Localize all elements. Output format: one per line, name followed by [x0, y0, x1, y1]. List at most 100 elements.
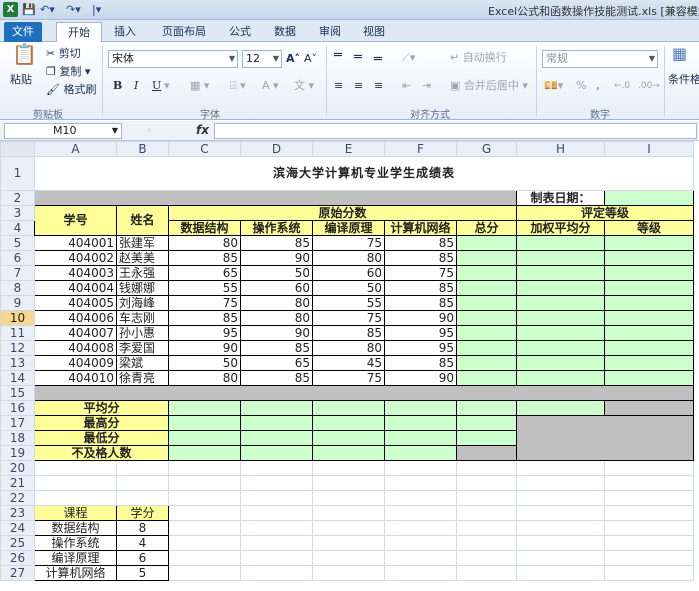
grade-cell[interactable] [604, 370, 694, 386]
percent-button[interactable]: % [576, 78, 586, 94]
font-color-icon[interactable]: A ▾ [262, 78, 279, 94]
decrease-indent-icon[interactable]: ⇤ [402, 78, 411, 94]
score-cell[interactable]: 90 [240, 325, 313, 341]
header-subject[interactable]: 操作系统 [240, 220, 313, 236]
score-cell[interactable]: 85 [384, 280, 457, 296]
align-top-icon[interactable]: ═ [334, 48, 342, 64]
header-subject[interactable]: 计算机网络 [384, 220, 457, 236]
stat-weighted-avg-cell[interactable] [516, 400, 605, 416]
score-cell[interactable]: 75 [384, 265, 457, 281]
customize-toolbar-icon[interactable]: |▾ [92, 2, 101, 17]
cell[interactable] [240, 505, 313, 521]
row-header[interactable]: 1 [0, 156, 35, 191]
cell[interactable] [604, 535, 694, 551]
score-cell[interactable]: 55 [312, 295, 385, 311]
cell[interactable] [456, 520, 517, 536]
header-rating[interactable]: 评定等级 [516, 205, 694, 221]
grade-cell[interactable] [604, 340, 694, 356]
paste-icon[interactable]: 📋 [12, 44, 37, 64]
row-header[interactable]: 22 [0, 490, 35, 506]
tab-page-layout[interactable]: 页面布局 [152, 22, 216, 42]
cell[interactable] [516, 565, 605, 581]
cell[interactable] [384, 460, 457, 476]
cell[interactable] [456, 475, 517, 491]
cell[interactable] [240, 550, 313, 566]
tab-home[interactable]: 开始 [56, 22, 102, 42]
score-cell[interactable]: 50 [312, 280, 385, 296]
row-header[interactable]: 27 [0, 565, 35, 581]
row-header[interactable]: 3 [0, 205, 35, 221]
cell[interactable] [604, 490, 694, 506]
sheet-title[interactable]: 滨海大学计算机专业学生成绩表 [34, 156, 694, 191]
font-name-select[interactable]: 宋体 ▼ [108, 50, 238, 68]
paste-button[interactable]: 粘贴 [10, 72, 32, 88]
row-header[interactable]: 6 [0, 250, 35, 266]
student-name-cell[interactable]: 梁斌 [116, 355, 169, 371]
score-cell[interactable]: 85 [168, 310, 241, 326]
cell[interactable] [312, 505, 385, 521]
cell[interactable] [312, 565, 385, 581]
tab-file[interactable]: 文件 [4, 22, 42, 42]
cell[interactable] [312, 550, 385, 566]
credit-course-cell[interactable]: 操作系统 [34, 535, 117, 551]
cell[interactable] [34, 190, 517, 206]
weighted-avg-cell[interactable] [516, 310, 605, 326]
total-cell[interactable] [456, 325, 517, 341]
total-cell[interactable] [456, 295, 517, 311]
cell[interactable] [312, 475, 385, 491]
cell[interactable] [384, 565, 457, 581]
row-header[interactable]: 10 [0, 310, 35, 326]
student-name-cell[interactable]: 张建军 [116, 235, 169, 251]
cell[interactable] [34, 490, 117, 506]
align-center-icon[interactable]: ≡ [354, 78, 363, 94]
header-grade[interactable]: 等级 [604, 220, 694, 236]
score-cell[interactable]: 85 [240, 340, 313, 356]
cell[interactable] [516, 490, 605, 506]
total-cell[interactable] [456, 355, 517, 371]
align-middle-icon[interactable]: ═ [354, 50, 362, 66]
cell[interactable] [240, 520, 313, 536]
merge-center-button[interactable]: ▣ 合并后居中 ▾ [450, 78, 528, 94]
row-header[interactable]: 25 [0, 535, 35, 551]
weighted-avg-cell[interactable] [516, 325, 605, 341]
excel-app-icon[interactable]: X [3, 2, 18, 17]
stat-label[interactable]: 最低分 [34, 430, 169, 446]
grade-cell[interactable] [604, 235, 694, 251]
cell[interactable] [168, 460, 241, 476]
cell[interactable] [168, 535, 241, 551]
credit-course-cell[interactable]: 数据结构 [34, 520, 117, 536]
row-header[interactable]: 13 [0, 355, 35, 371]
cell[interactable] [312, 460, 385, 476]
row-header[interactable]: 19 [0, 445, 35, 461]
row-header[interactable]: 17 [0, 415, 35, 431]
cell[interactable] [240, 535, 313, 551]
cell[interactable] [168, 565, 241, 581]
score-cell[interactable]: 45 [312, 355, 385, 371]
column-header[interactable]: B [116, 141, 169, 157]
cell[interactable] [34, 460, 117, 476]
row-header[interactable]: 5 [0, 235, 35, 251]
stat-value-cell[interactable] [240, 430, 313, 446]
grade-cell[interactable] [604, 310, 694, 326]
student-id-cell[interactable]: 404007 [34, 325, 117, 341]
cell[interactable] [604, 475, 694, 491]
wrap-text-button[interactable]: ↵ 自动换行 [450, 50, 507, 66]
row-header[interactable]: 24 [0, 520, 35, 536]
cell[interactable] [240, 565, 313, 581]
row-header[interactable]: 18 [0, 430, 35, 446]
column-header[interactable]: I [604, 141, 694, 157]
formula-bar-resize-icon[interactable]: ◦ [146, 123, 153, 139]
score-cell[interactable]: 95 [384, 325, 457, 341]
student-id-cell[interactable]: 404005 [34, 295, 117, 311]
cell[interactable] [604, 460, 694, 476]
stat-total-cell[interactable] [456, 415, 517, 431]
total-cell[interactable] [456, 340, 517, 356]
credit-value-cell[interactable]: 8 [116, 520, 169, 536]
redo-icon[interactable]: ↷▾ [66, 2, 81, 17]
row-header[interactable]: 4 [0, 220, 35, 236]
header-weighted-avg[interactable]: 加权平均分 [516, 220, 605, 236]
cell[interactable] [516, 505, 605, 521]
cell[interactable] [516, 415, 694, 461]
increase-decimal-icon[interactable]: ←.0 [614, 78, 630, 94]
score-cell[interactable]: 80 [168, 370, 241, 386]
